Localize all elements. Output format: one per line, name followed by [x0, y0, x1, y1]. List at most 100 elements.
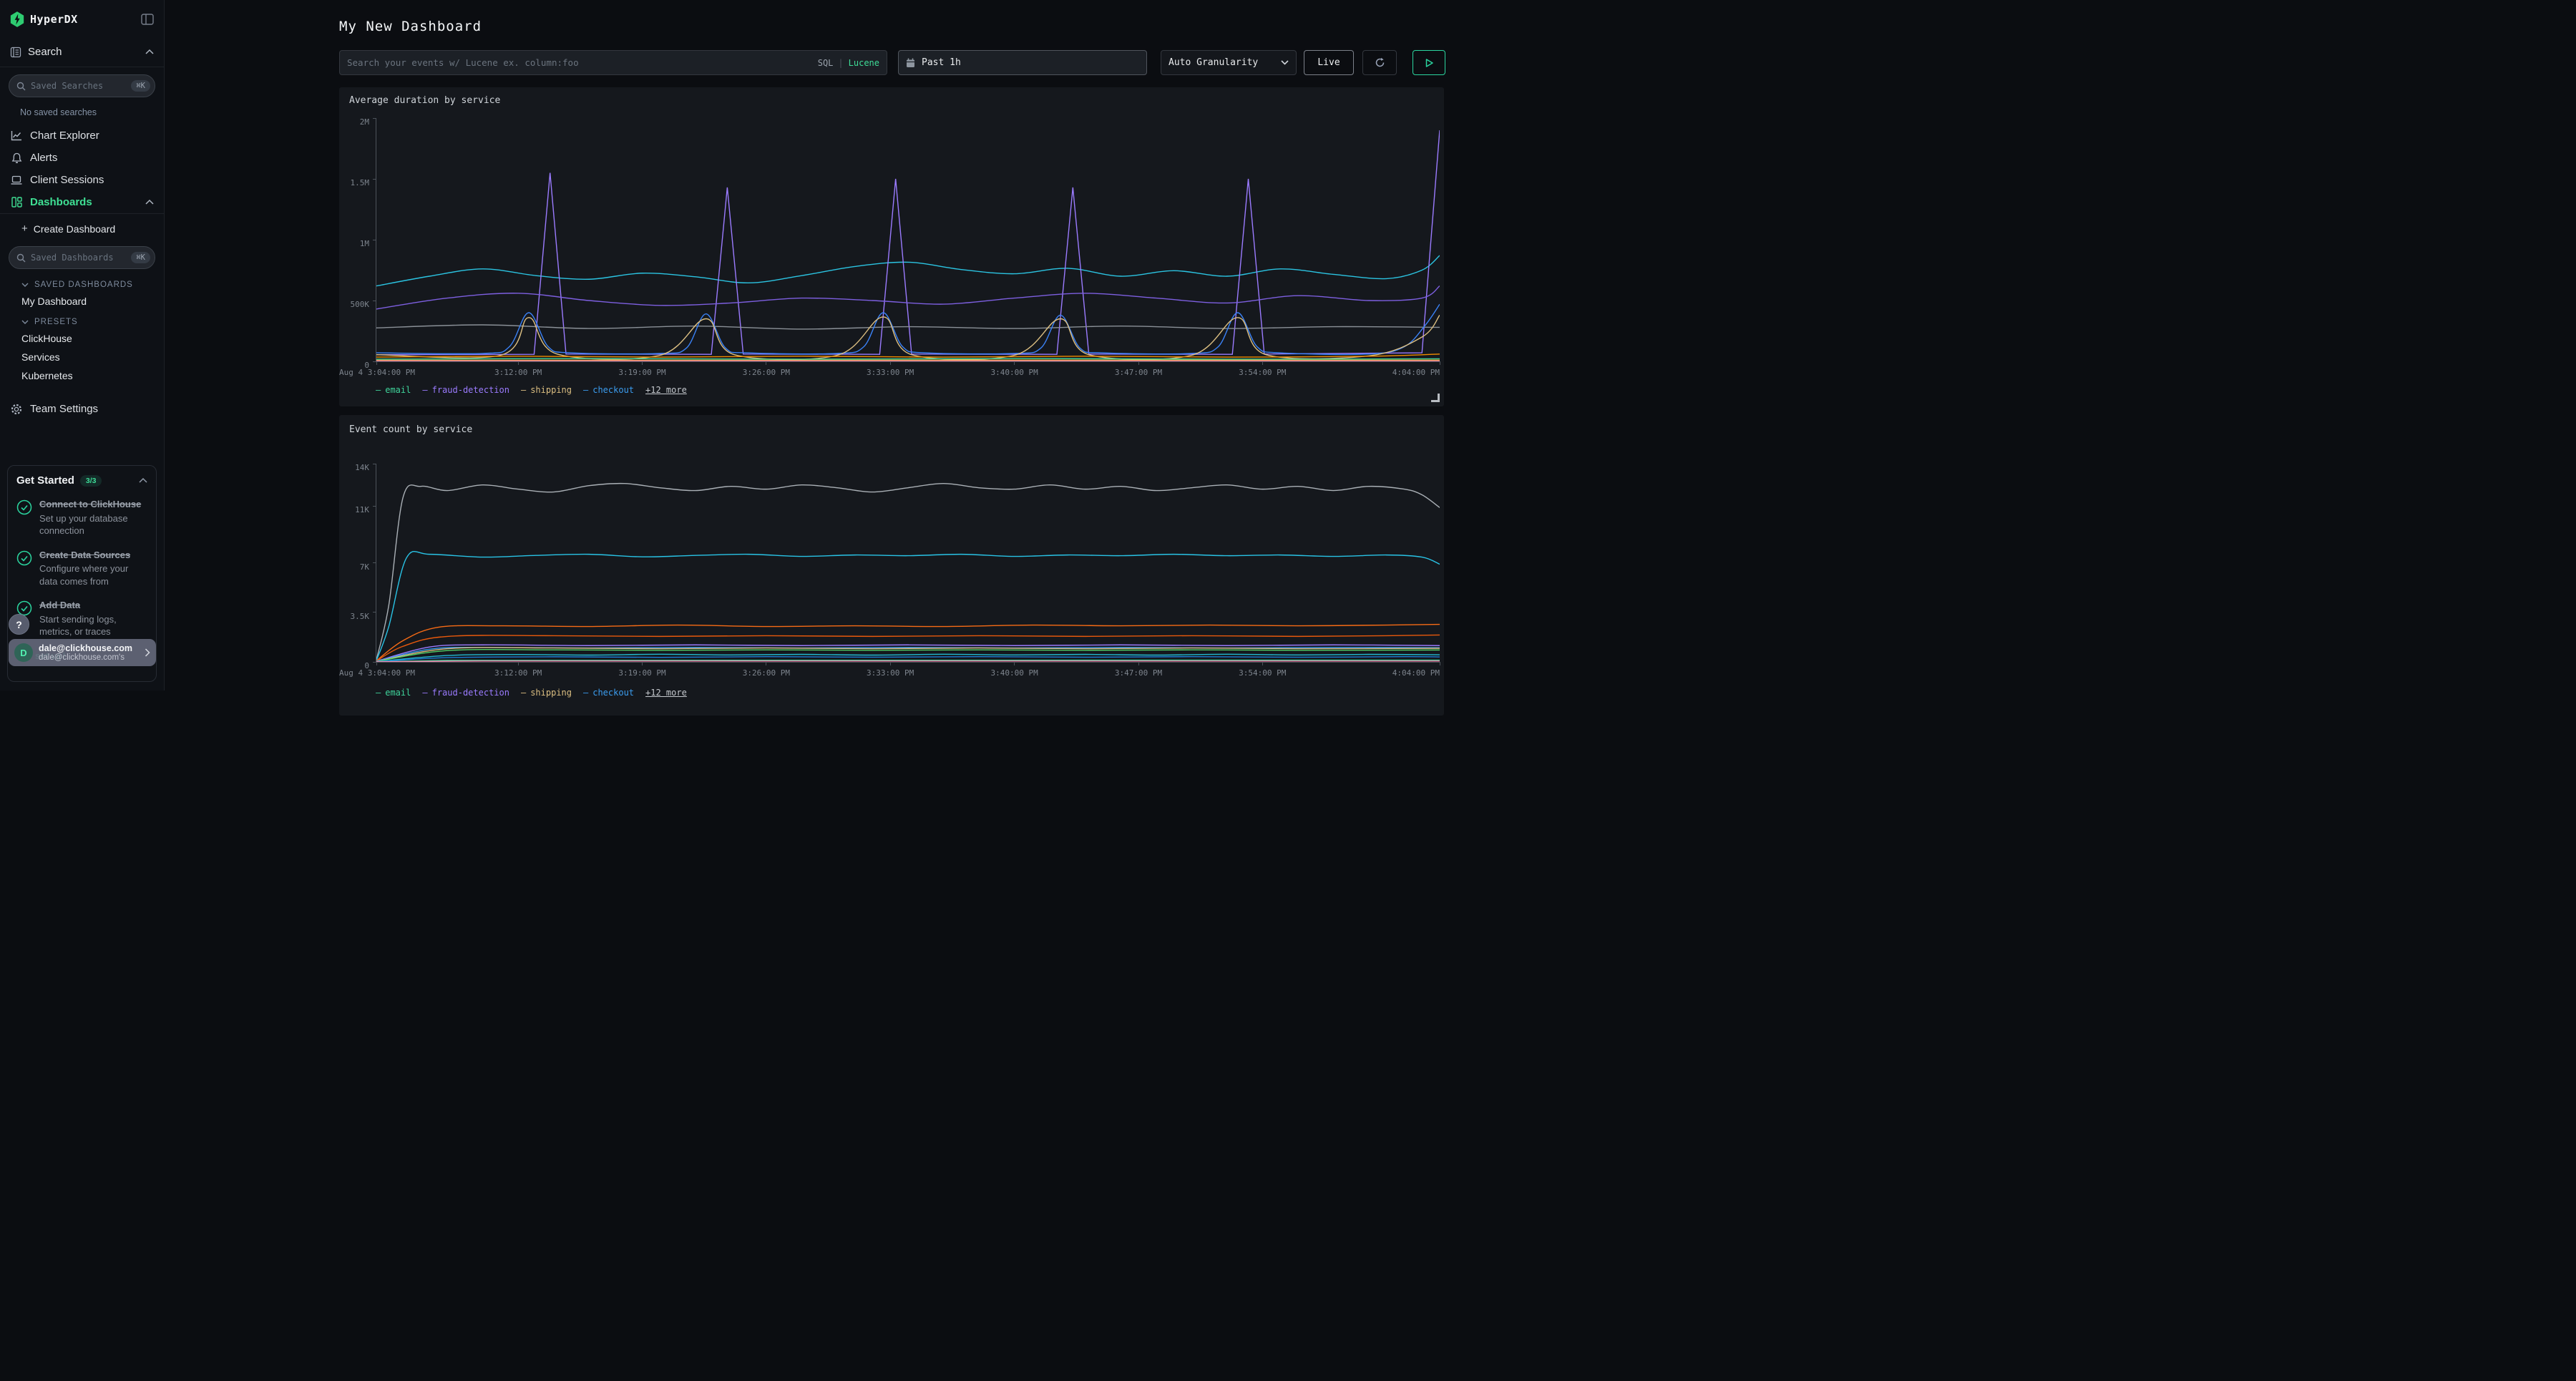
live-button[interactable]: Live	[1304, 50, 1354, 75]
group-header-saved-dashboards[interactable]: SAVED DASHBOARDS	[0, 273, 164, 292]
legend-item-email[interactable]: —email	[376, 688, 411, 698]
legend-label: email	[385, 385, 411, 395]
step-title: Add Data	[39, 599, 147, 612]
calendar-icon	[906, 58, 915, 68]
create-dashboard-label: Create Dashboard	[34, 223, 115, 235]
shortcut-badge: ⌘K	[131, 252, 150, 263]
chevron-down-icon	[21, 283, 29, 287]
brand-name: HyperDX	[30, 13, 78, 26]
sidebar-section-search[interactable]: Search	[0, 37, 164, 67]
step-desc: Set up your database connection	[39, 512, 147, 537]
group-title: PRESETS	[34, 318, 78, 326]
sidebar-item-dashboards[interactable]: Dashboards	[0, 191, 164, 213]
legend-item-fraud-detection[interactable]: —fraud-detection	[422, 688, 509, 698]
get-started-step-connect[interactable]: Connect to ClickHouse Set up your databa…	[16, 498, 147, 537]
y-axis-tick-label: 2M	[360, 117, 369, 127]
series-violet-smooth	[376, 286, 1440, 309]
event-search-input[interactable]: Search your events w/ Lucene ex. column:…	[339, 50, 887, 75]
dashboards-grid-icon	[10, 197, 23, 208]
help-button[interactable]: ?	[9, 614, 29, 635]
legend-item-fraud-detection[interactable]: —fraud-detection	[422, 385, 509, 395]
dashboard-link-my-dashboard[interactable]: My Dashboard	[0, 292, 164, 311]
step-title: Create Data Sources	[39, 549, 147, 562]
resize-handle-icon[interactable]	[1431, 394, 1440, 402]
avatar: D	[14, 643, 33, 662]
step-title: Connect to ClickHouse	[39, 498, 147, 511]
legend-swatch: —	[422, 385, 427, 395]
series-cyan-wave	[376, 255, 1440, 286]
legend-swatch: —	[521, 385, 526, 395]
sidebar-item-alerts[interactable]: Alerts	[0, 147, 164, 169]
y-axis-tick-label: 500K	[351, 300, 370, 309]
check-circle-icon	[16, 550, 32, 566]
refresh-button[interactable]	[1362, 50, 1397, 75]
sidebar-item-team-settings[interactable]: Team Settings	[0, 398, 164, 420]
series-teal-low	[376, 358, 1440, 359]
x-axis-tick	[642, 361, 643, 365]
x-axis-tick-label: 3:26:00 PM	[743, 668, 790, 678]
step-desc: Configure where your data comes from	[39, 562, 147, 587]
get-started-step-add-data[interactable]: Add Data Start sending logs, metrics, or…	[16, 599, 147, 638]
preset-link-services[interactable]: Services	[0, 348, 164, 366]
sidebar-item-client-sessions[interactable]: Client Sessions	[0, 169, 164, 191]
create-dashboard-button[interactable]: + Create Dashboard	[0, 218, 164, 239]
user-team: dale@clickhouse.com's	[39, 653, 139, 662]
search-section-label: Search	[28, 46, 62, 58]
group-header-presets[interactable]: PRESETS	[0, 311, 164, 329]
sidebar-item-label: Dashboards	[30, 196, 92, 208]
legend-label: shipping	[530, 385, 572, 395]
x-axis-tick-label: 3:19:00 PM	[618, 368, 665, 377]
legend-item-email[interactable]: —email	[376, 385, 411, 395]
search-section-icon	[10, 47, 21, 58]
chart-plot-area[interactable]: 14K11K7K3.5K0Aug 4 3:04:00 PM3:12:00 PM3…	[376, 464, 1440, 663]
time-range-picker[interactable]: Past 1h	[898, 50, 1147, 75]
legend-item-shipping[interactable]: —shipping	[521, 688, 572, 698]
legend-item-checkout[interactable]: —checkout	[583, 385, 634, 395]
x-axis-tick-label: Aug 4 3:04:00 PM	[339, 668, 415, 678]
x-axis-tick	[1262, 662, 1263, 665]
search-icon	[16, 253, 26, 263]
granularity-select[interactable]: Auto Granularity	[1161, 50, 1297, 75]
preset-link-kubernetes[interactable]: Kubernetes	[0, 366, 164, 385]
page-title[interactable]: My New Dashboard	[339, 19, 482, 34]
legend-item-shipping[interactable]: — shipping	[521, 385, 572, 395]
series-gray-top	[376, 484, 1440, 660]
language-toggle-divider: |	[838, 58, 843, 68]
get-started-title: Get Started	[16, 474, 74, 487]
laptop-icon	[10, 175, 23, 185]
user-email: dale@clickhouse.com	[39, 643, 139, 653]
get-started-header[interactable]: Get Started 3/3	[16, 474, 147, 487]
legend-item-checkout[interactable]: —checkout	[583, 688, 634, 698]
x-axis-tick	[518, 662, 519, 665]
brand-row[interactable]: HyperDX	[0, 0, 164, 37]
get-started-progress-badge: 3/3	[80, 475, 102, 487]
preset-link-clickhouse[interactable]: ClickHouse	[0, 329, 164, 348]
y-axis-tick-label: 11K	[355, 505, 369, 514]
x-axis-tick	[890, 662, 891, 665]
x-axis-tick	[642, 662, 643, 665]
legend-label: checkout	[592, 688, 634, 698]
language-toggle-sql[interactable]: SQL	[818, 58, 834, 68]
chevron-up-icon	[145, 200, 154, 205]
y-axis-tick-label: 1.5M	[351, 178, 370, 187]
get-started-step-sources[interactable]: Create Data Sources Configure where your…	[16, 549, 147, 588]
legend-more-link[interactable]: +12 more	[645, 688, 687, 698]
chart-plot-area[interactable]: 2M1.5M1M500K0Aug 4 3:04:00 PM3:12:00 PM3…	[376, 118, 1440, 362]
saved-searches-input[interactable]: Saved Searches ⌘K	[9, 74, 155, 97]
user-menu[interactable]: D dale@clickhouse.com dale@clickhouse.co…	[9, 639, 156, 666]
sidebar-item-chart-explorer[interactable]: Chart Explorer	[0, 125, 164, 147]
sidebar-collapse-icon[interactable]	[141, 14, 154, 25]
run-query-button[interactable]	[1413, 50, 1445, 75]
divider	[0, 213, 164, 214]
main-content: My New Dashboard Search your events w/ L…	[165, 0, 1288, 690]
x-axis-tick-label: 3:12:00 PM	[494, 668, 542, 678]
chart-title: Event count by service	[349, 424, 472, 435]
language-toggle-lucene[interactable]: Lucene	[849, 58, 879, 68]
y-axis-tick	[373, 118, 376, 119]
y-axis-tick	[373, 562, 376, 563]
y-axis-tick-label: 3.5K	[351, 612, 370, 621]
legend-swatch: —	[521, 688, 526, 698]
saved-dashboards-input[interactable]: Saved Dashboards ⌘K	[9, 246, 155, 269]
legend-more-link[interactable]: +12 more	[645, 385, 687, 395]
x-axis-tick-label: 4:04:00 PM	[1392, 668, 1440, 678]
